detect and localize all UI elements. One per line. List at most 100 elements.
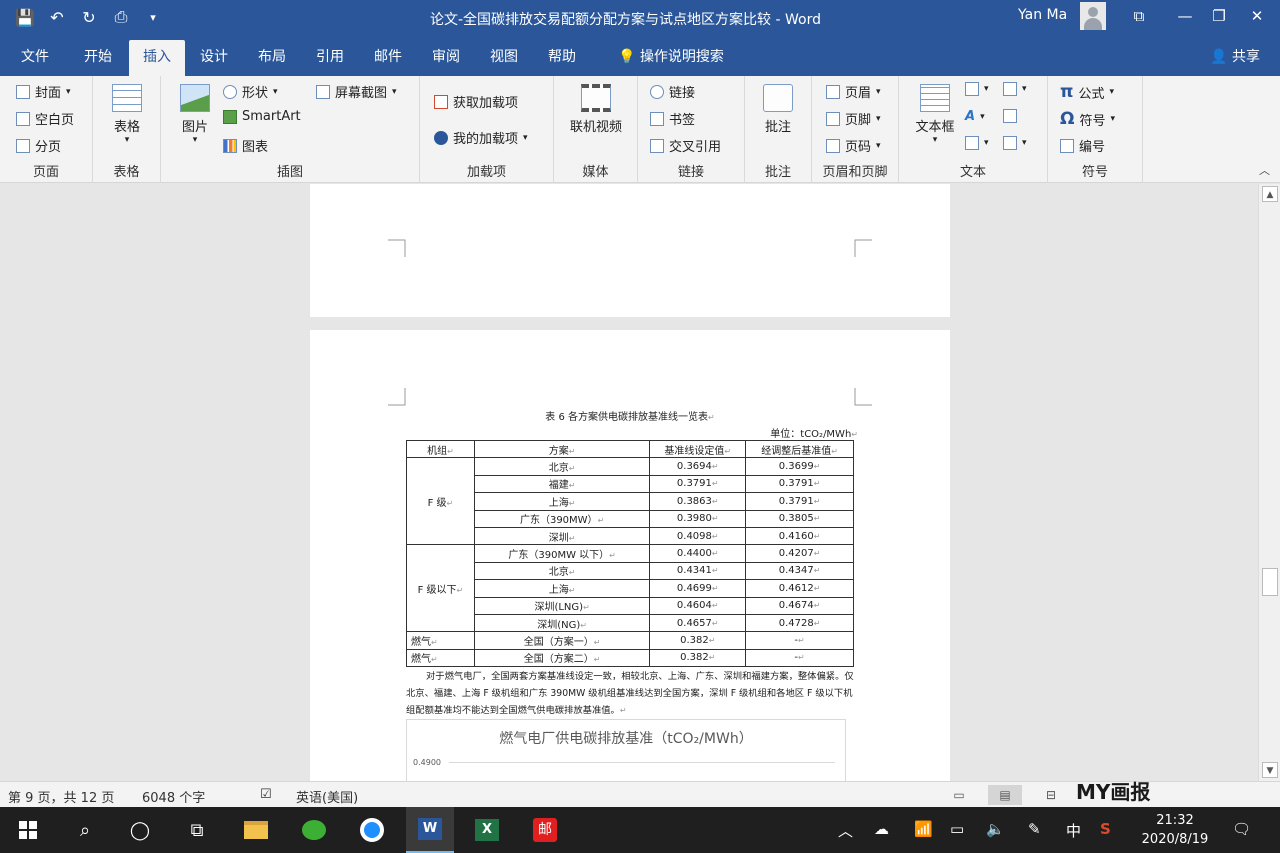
print-layout-icon[interactable]: ▤ <box>988 785 1022 805</box>
battery-icon[interactable]: ▭ <box>950 820 964 838</box>
tab-review[interactable]: 审阅 <box>420 40 472 76</box>
word-count[interactable]: 6048 个字 <box>142 787 205 806</box>
undo-icon[interactable]: ↶ <box>46 6 68 28</box>
page-count[interactable]: 第 9 页，共 12 页 <box>8 787 114 806</box>
close-button[interactable]: ✕ <box>1234 0 1280 32</box>
ime-indicator[interactable]: 中 <box>1066 820 1081 841</box>
file-explorer-icon[interactable] <box>233 807 279 853</box>
quick-parts-button[interactable]: ▾ <box>965 82 989 96</box>
word-taskbar-icon[interactable]: W <box>406 807 454 853</box>
symbol-button[interactable]: Ω 符号 ▾ <box>1060 109 1115 129</box>
table-caption: 表 6 各方案供电碳排放基准线一览表↵ <box>545 412 715 423</box>
tab-layout[interactable]: 布局 <box>246 40 298 76</box>
redo-icon[interactable]: ↻ <box>78 6 100 28</box>
link-button[interactable]: 链接 <box>650 82 695 101</box>
system-clock[interactable]: 21:32 2020/8/19 <box>1140 811 1210 849</box>
number-button[interactable]: 编号 <box>1060 136 1105 155</box>
tab-home[interactable]: 开始 <box>70 40 126 76</box>
sogou-ime-icon[interactable]: S <box>1100 820 1111 838</box>
picture-icon <box>180 84 210 112</box>
customize-qat-icon[interactable]: ▾ <box>142 6 164 28</box>
shapes-button[interactable]: 形状 ▾ <box>223 82 278 101</box>
crop-mark-left <box>388 388 406 406</box>
read-mode-icon[interactable]: ▭ <box>942 785 976 805</box>
windows-start-icon[interactable] <box>5 807 51 853</box>
tab-references[interactable]: 引用 <box>304 40 356 76</box>
ribbon-display-options-icon[interactable]: ⧉ <box>1116 0 1162 32</box>
scroll-thumb[interactable] <box>1262 568 1278 596</box>
text-box-button[interactable]: 文本框 ▾ <box>911 84 959 145</box>
save-icon[interactable]: 💾 <box>14 6 36 28</box>
table-button[interactable]: 表格 ▾ <box>107 84 147 145</box>
adjusted-cell: 0.4612↵ <box>745 579 854 598</box>
scheme-cell: 全国（方案一）↵ <box>473 631 651 650</box>
bookmark-button[interactable]: 书签 <box>650 109 695 128</box>
footer-button[interactable]: 页脚 ▾ <box>826 109 881 128</box>
cover-page-button[interactable]: 封面 ▾ <box>16 82 71 101</box>
drop-cap-button[interactable]: ▾ <box>965 136 989 150</box>
avatar[interactable] <box>1080 2 1106 30</box>
group-tables: 表格 ▾ 表格 <box>93 76 161 183</box>
my-addins-button[interactable]: 我的加载项 ▾ <box>434 128 528 147</box>
excel-taskbar-icon[interactable]: X <box>464 807 510 853</box>
print-preview-icon[interactable]: ⎙ <box>110 6 132 28</box>
tab-insert[interactable]: 插入 <box>129 40 185 76</box>
language[interactable]: 英语(美国) <box>296 787 358 806</box>
picture-button[interactable]: 图片 ▾ <box>175 84 215 145</box>
tray-expand-icon[interactable]: ︿ <box>838 820 853 841</box>
tell-me-search[interactable]: 💡 操作说明搜索 <box>606 40 736 76</box>
object-button[interactable]: ▾ <box>1003 136 1027 150</box>
ribbon-tabs: 文件 开始 插入 设计 布局 引用 邮件 审阅 视图 帮助 💡 操作说明搜索 👤… <box>0 36 1280 76</box>
date-time-button[interactable] <box>1003 109 1017 123</box>
wordart-button[interactable]: A ▾ <box>965 109 985 124</box>
pen-icon[interactable]: ✎ <box>1028 820 1041 838</box>
tab-help[interactable]: 帮助 <box>536 40 588 76</box>
page-current: 表 6 各方案供电碳排放基准线一览表↵ 单位：tCO₂/MWh↵ 机组↵ 方案↵… <box>310 330 950 781</box>
signature-line-button[interactable]: ▾ <box>1003 82 1027 96</box>
network-icon[interactable]: 📶 <box>914 820 933 838</box>
pagenum-label: 页码 <box>845 140 872 155</box>
browser-icon[interactable] <box>349 807 395 853</box>
page-previous <box>310 184 950 317</box>
collapse-ribbon-icon[interactable]: ︿ <box>1259 162 1270 178</box>
equation-button[interactable]: π 公式 ▾ <box>1060 82 1114 102</box>
chart-y-tick: 0.4900 <box>413 758 441 767</box>
blank-page-button[interactable]: 空白页 <box>16 109 74 128</box>
vertical-scrollbar[interactable]: ▲ ▼ <box>1258 184 1280 781</box>
chart-button[interactable]: 图表 <box>223 136 268 155</box>
mail-app-icon[interactable]: 邮 <box>522 807 568 853</box>
header-button[interactable]: 页眉 ▾ <box>826 82 881 101</box>
cross-reference-button[interactable]: 交叉引用 <box>650 136 721 155</box>
crossref-label: 交叉引用 <box>669 140 722 155</box>
table-row: 广东（390MW）↵ 0.3980↵ 0.3805↵ <box>407 509 854 528</box>
scheme-cell: 北京↵ <box>473 457 651 476</box>
volume-icon[interactable]: 🔈 <box>986 820 1005 838</box>
number-icon <box>1060 138 1074 153</box>
web-layout-icon[interactable]: ⊟ <box>1034 785 1068 805</box>
new-comment-button[interactable]: 批注 <box>757 84 799 135</box>
cortana-icon[interactable]: ◯ <box>117 807 163 853</box>
online-video-button[interactable]: 联机视频 <box>566 84 626 135</box>
adjusted-cell: 0.3791↵ <box>745 474 854 494</box>
task-view-icon[interactable]: ⧉ <box>174 807 220 853</box>
scroll-down-arrow[interactable]: ▼ <box>1262 762 1278 778</box>
search-icon[interactable]: ⌕ <box>62 807 108 853</box>
document-canvas[interactable]: 表 6 各方案供电碳排放基准线一览表↵ 单位：tCO₂/MWh↵ 机组↵ 方案↵… <box>0 184 1258 781</box>
wechat-icon[interactable] <box>291 807 337 853</box>
tab-view[interactable]: 视图 <box>478 40 530 76</box>
page-number-button[interactable]: 页码 ▾ <box>826 136 881 155</box>
embedded-chart[interactable]: 燃气电厂供电碳排放基准（tCO₂/MWh） 0.4900 <box>406 719 846 781</box>
cloud-icon[interactable]: ☁ <box>874 820 889 838</box>
smartart-button[interactable]: SmartArt <box>223 109 301 124</box>
scroll-up-arrow[interactable]: ▲ <box>1262 186 1278 202</box>
page-break-button[interactable]: 分页 <box>16 136 61 155</box>
screenshot-button[interactable]: 屏幕截图 ▾ <box>316 82 397 101</box>
notifications-icon[interactable]: 🗨 <box>1232 820 1251 838</box>
user-name[interactable]: Yan Ma <box>1018 7 1067 23</box>
tab-design[interactable]: 设计 <box>188 40 240 76</box>
share-button[interactable]: 👤 共享 <box>1210 46 1260 66</box>
proofing-icon[interactable]: ☑ <box>260 787 272 802</box>
get-addins-button[interactable]: 获取加载项 <box>434 92 518 111</box>
tab-file[interactable]: 文件 <box>6 40 64 76</box>
tab-mailings[interactable]: 邮件 <box>362 40 414 76</box>
